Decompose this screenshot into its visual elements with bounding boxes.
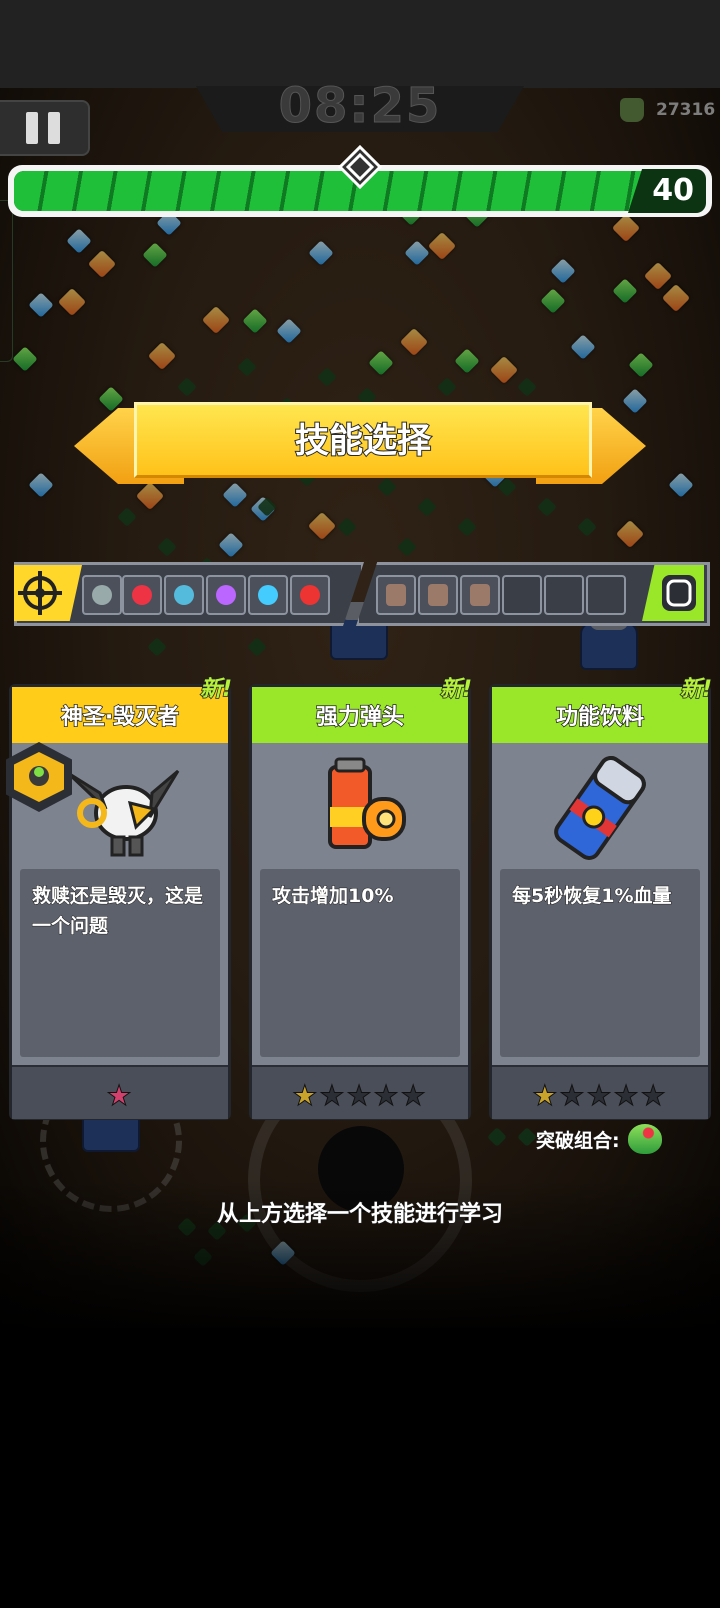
- card-header: 神圣·毁灭者 新!: [12, 676, 233, 743]
- star-icon: ★: [640, 1079, 668, 1113]
- top-bar-background: [0, 0, 720, 88]
- star-icon: ★: [319, 1079, 347, 1113]
- skill-card[interactable]: 功能饮料 新! 每5秒恢复1%血量 ★★★★★: [489, 676, 713, 1120]
- watermelon-icon: [628, 1124, 662, 1154]
- new-badge: 新!: [199, 676, 233, 703]
- card-description: 每5秒恢复1%血量: [512, 885, 672, 908]
- level-number: 40: [652, 173, 694, 208]
- card-title: 神圣·毁灭者: [60, 704, 180, 731]
- star-icon: ★: [532, 1079, 560, 1113]
- spin-drone-icon: [92, 585, 112, 605]
- card-title: 强力弹头: [315, 704, 405, 731]
- xp-fill: [14, 171, 644, 211]
- diamond-marker-icon: [338, 145, 382, 189]
- energy-drink-can-icon: [540, 753, 660, 863]
- card-header: 强力弹头 新!: [252, 676, 473, 743]
- card-star-rating: ★: [12, 1065, 228, 1119]
- card-title: 功能饮料: [555, 704, 645, 731]
- card-star-rating: ★★★★★: [492, 1065, 708, 1119]
- passive-slot-2: [418, 575, 458, 615]
- star-icon: ★: [373, 1079, 401, 1113]
- star-icon: ★: [292, 1079, 320, 1113]
- robot-mech-icon: [60, 753, 180, 863]
- skull-icon: [620, 98, 644, 122]
- shield-drone-icon: [258, 585, 278, 605]
- passive-slot-1: [376, 575, 416, 615]
- star-icon: ★: [613, 1079, 641, 1113]
- skill-card[interactable]: 强力弹头 新! 攻击增加10% ★★★★★: [249, 676, 473, 1120]
- boot-icon: [428, 584, 448, 606]
- empty-slot: [544, 575, 584, 615]
- new-badge: 新!: [679, 676, 713, 703]
- armor-icon: [386, 584, 406, 606]
- active-slot-5: [248, 575, 288, 615]
- potion-robot-icon: [216, 585, 236, 605]
- battery-bullet-icon: [300, 753, 420, 863]
- kill-count: 27316: [656, 100, 716, 120]
- card-header: 功能饮料 新!: [492, 676, 713, 743]
- game-timer: 08:25: [278, 78, 442, 135]
- empty-slot: [586, 575, 626, 615]
- cannon-icon: [174, 585, 194, 605]
- game-scene: 08:25 27316 40 技能选择 神圣·毁灭者 新! 救赎还是毁灭，这是一…: [0, 0, 720, 1608]
- card-description-box: 救赎还是毁灭，这是一个问题: [20, 869, 220, 1057]
- star-icon: ★: [106, 1079, 134, 1113]
- star-icon: ★: [559, 1079, 587, 1113]
- target-ring-icon: [132, 585, 152, 605]
- card-description: 攻击增加10%: [272, 885, 394, 908]
- empty-slot: [502, 575, 542, 615]
- active-slot-6: [290, 575, 330, 615]
- pause-button[interactable]: [0, 100, 90, 156]
- kill-counter: 27316: [620, 98, 720, 124]
- active-slot-2: [122, 575, 162, 615]
- card-description-box: 攻击增加10%: [260, 869, 460, 1057]
- banner-title: 技能选择: [294, 420, 432, 462]
- active-slot-4: [206, 575, 246, 615]
- star-icon: ★: [346, 1079, 374, 1113]
- star-icon: ★: [400, 1079, 428, 1113]
- skill-select-banner: 技能选择: [134, 402, 592, 478]
- active-slot-3: [164, 575, 204, 615]
- passive-slot-3: [460, 575, 500, 615]
- combo-label: 突破组合:: [536, 1130, 621, 1153]
- new-badge: 新!: [439, 676, 473, 703]
- star-icon: ★: [586, 1079, 614, 1113]
- boomerang-icon: [300, 585, 320, 605]
- pause-icon-bar: [48, 112, 60, 144]
- card-description: 救赎还是毁灭，这是一个问题: [32, 885, 204, 938]
- instruction-hint: 从上方选择一个技能进行学习: [216, 1202, 503, 1228]
- active-slot-1: [82, 575, 122, 615]
- pause-icon: [26, 112, 38, 144]
- card-star-rating: ★★★★★: [252, 1065, 468, 1119]
- glove-icon: [470, 584, 490, 606]
- card-description-box: 每5秒恢复1%血量: [500, 869, 700, 1057]
